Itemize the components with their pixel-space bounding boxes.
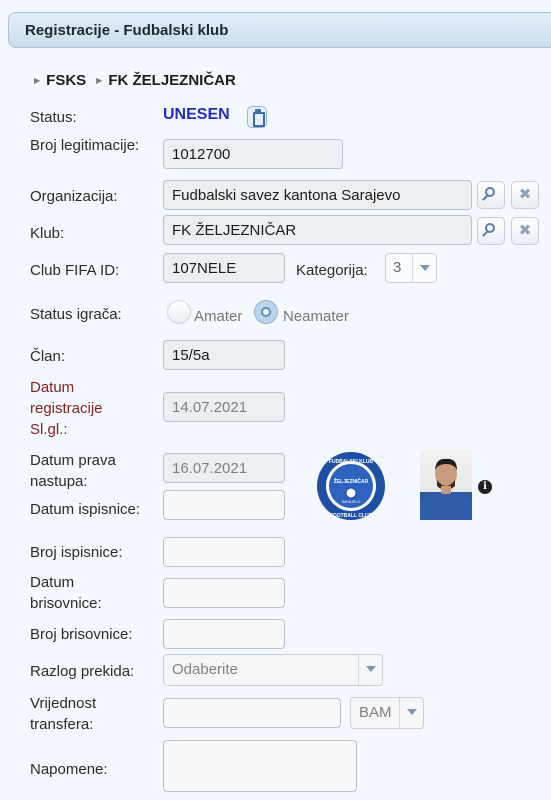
breadcrumb: ▶ FSKS ▶ FK ŽELJEZNIČAR xyxy=(34,69,246,91)
radio-neamater-label: Neamater xyxy=(283,308,349,325)
player-photo[interactable] xyxy=(420,450,472,520)
datum-prava-nastupa-label: Datum prava nastupa: xyxy=(30,452,116,490)
kategorija-dropdown-toggle[interactable] xyxy=(412,254,436,282)
breadcrumb-arrow-icon: ▶ xyxy=(34,75,41,85)
status-value: UNESEN xyxy=(163,106,230,123)
search-icon xyxy=(485,223,495,233)
broj-ispisnice-field[interactable] xyxy=(163,537,285,567)
vrijednost-transfera-label: Vrijednost transfera: xyxy=(30,695,97,733)
organizacija-field[interactable]: Fudbalski savez kantona Sarajevo xyxy=(163,180,472,210)
search-icon xyxy=(485,187,495,197)
datum-registracije-field[interactable]: 14.07.2021 xyxy=(163,392,285,422)
clear-icon: ✖ xyxy=(518,222,532,239)
organizacija-label: Organizacija: xyxy=(30,188,118,205)
datum-brisovnice-field[interactable] xyxy=(163,578,285,608)
datum-ispisnice-label: Datum ispisnice: xyxy=(30,501,141,518)
broj-legitimacije-field[interactable]: 1012700 xyxy=(163,139,343,169)
razlog-prekida-value: Odaberite xyxy=(172,661,238,678)
breadcrumb-item-fsks[interactable]: ▶ FSKS xyxy=(34,72,86,89)
logo-name: ŽELJEZNIČAR xyxy=(334,477,369,485)
radio-amater-label: Amater xyxy=(194,308,243,325)
info-icon[interactable]: i xyxy=(478,480,492,494)
clan-label: Član: xyxy=(30,348,66,365)
broj-brisovnice-field[interactable] xyxy=(163,619,285,649)
datum-brisovnice-label: Datum brisovnice: xyxy=(30,574,102,612)
datum-prava-nastupa-field[interactable]: 16.07.2021 xyxy=(163,453,285,483)
razlog-prekida-dropdown-toggle[interactable] xyxy=(358,655,382,685)
currency-value: BAM xyxy=(359,704,392,721)
currency-dropdown-toggle[interactable] xyxy=(399,698,423,728)
chevron-down-icon xyxy=(407,709,417,715)
breadcrumb-label: FK ŽELJEZNIČAR xyxy=(108,71,236,89)
klub-search-button[interactable] xyxy=(477,217,505,245)
soccer-ball-icon xyxy=(345,487,357,499)
radio-amater[interactable] xyxy=(167,300,191,324)
status-label: Status: xyxy=(30,109,77,126)
radio-neamater[interactable] xyxy=(254,300,278,324)
breadcrumb-item-club[interactable]: ▶ FK ŽELJEZNIČAR xyxy=(96,72,236,89)
datum-ispisnice-field[interactable] xyxy=(163,490,285,520)
panel-title: Registracije - Fudbalski klub xyxy=(25,22,229,39)
status-igraca-label: Status igrača: xyxy=(30,306,122,323)
vrijednost-transfera-field[interactable] xyxy=(163,698,341,728)
razlog-prekida-label: Razlog prekida: xyxy=(30,663,135,680)
organizacija-search-button[interactable] xyxy=(477,181,505,209)
club-logo: FUDBALSKI KLUB ŽELJEZNIČAR SARAJEVO FOOT… xyxy=(317,452,385,520)
datum-registracije-label: Datum registracije Sl.gl.: xyxy=(30,379,103,438)
napomene-label: Napomene: xyxy=(30,761,108,778)
kategorija-label: Kategorija: xyxy=(296,262,368,279)
breadcrumb-arrow-icon: ▶ xyxy=(96,75,103,85)
razlog-prekida-select[interactable]: Odaberite xyxy=(163,654,383,686)
broj-ispisnice-label: Broj ispisnice: xyxy=(30,544,123,561)
organizacija-clear-button[interactable]: ✖ xyxy=(511,181,539,209)
logo-city: SARAJEVO xyxy=(342,500,361,504)
broj-legitimacije-label: Broj legitimacije: xyxy=(30,137,140,154)
club-fifa-id-field[interactable]: 107NELE xyxy=(163,253,285,283)
chevron-down-icon xyxy=(366,666,376,672)
clear-icon: ✖ xyxy=(518,186,532,203)
kategorija-value: 3 xyxy=(393,259,402,276)
currency-select[interactable]: BAM xyxy=(350,697,424,729)
logo-bottom-text: FOOTBALL CLUB xyxy=(330,513,373,519)
club-fifa-id-label: Club FIFA ID: xyxy=(30,262,120,279)
klub-clear-button[interactable]: ✖ xyxy=(511,217,539,245)
panel-header: Registracije - Fudbalski klub xyxy=(8,12,551,48)
kategorija-select[interactable]: 3 xyxy=(385,253,437,283)
breadcrumb-label: FSKS xyxy=(46,71,87,89)
logo-ring-text: FUDBALSKI KLUB xyxy=(329,459,374,465)
player-silhouette xyxy=(420,458,472,520)
clipboard-icon[interactable] xyxy=(247,106,267,128)
broj-brisovnice-label: Broj brisovnice: xyxy=(30,626,133,643)
napomene-textarea[interactable] xyxy=(163,740,357,792)
klub-label: Klub: xyxy=(30,225,65,242)
chevron-down-icon xyxy=(420,265,430,271)
clan-field[interactable]: 15/5a xyxy=(163,340,285,370)
klub-field[interactable]: FK ŽELJEZNIČAR xyxy=(163,215,472,245)
